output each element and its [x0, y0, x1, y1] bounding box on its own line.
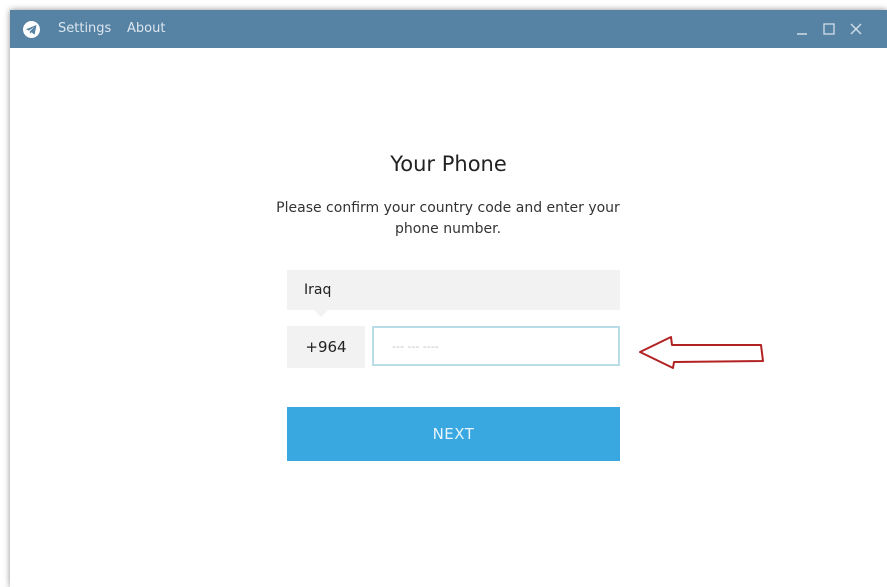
telegram-logo-icon: [23, 21, 40, 38]
next-button[interactable]: NEXT: [287, 407, 620, 461]
telegram-window: Settings About Your Phone Please confirm…: [10, 10, 887, 587]
minimize-icon[interactable]: [793, 19, 811, 39]
country-code-field[interactable]: +964: [287, 326, 365, 368]
menu-settings[interactable]: Settings: [58, 21, 111, 37]
title-bar: Settings About: [10, 10, 887, 48]
instructions-text: Please confirm your country code and ent…: [276, 200, 620, 237]
login-content: Your Phone Please confirm your country c…: [10, 48, 887, 587]
country-select[interactable]: Iraq: [287, 270, 620, 317]
phone-number-input[interactable]: [372, 326, 620, 366]
maximize-icon[interactable]: [820, 19, 838, 39]
red-outline-arrow-left-icon: [639, 336, 764, 369]
country-pointer-caret: [314, 310, 328, 317]
menu-about[interactable]: About: [127, 21, 165, 37]
page-title: Your Phone: [390, 152, 507, 176]
country-value: Iraq: [304, 282, 332, 298]
close-icon[interactable]: [847, 19, 865, 39]
